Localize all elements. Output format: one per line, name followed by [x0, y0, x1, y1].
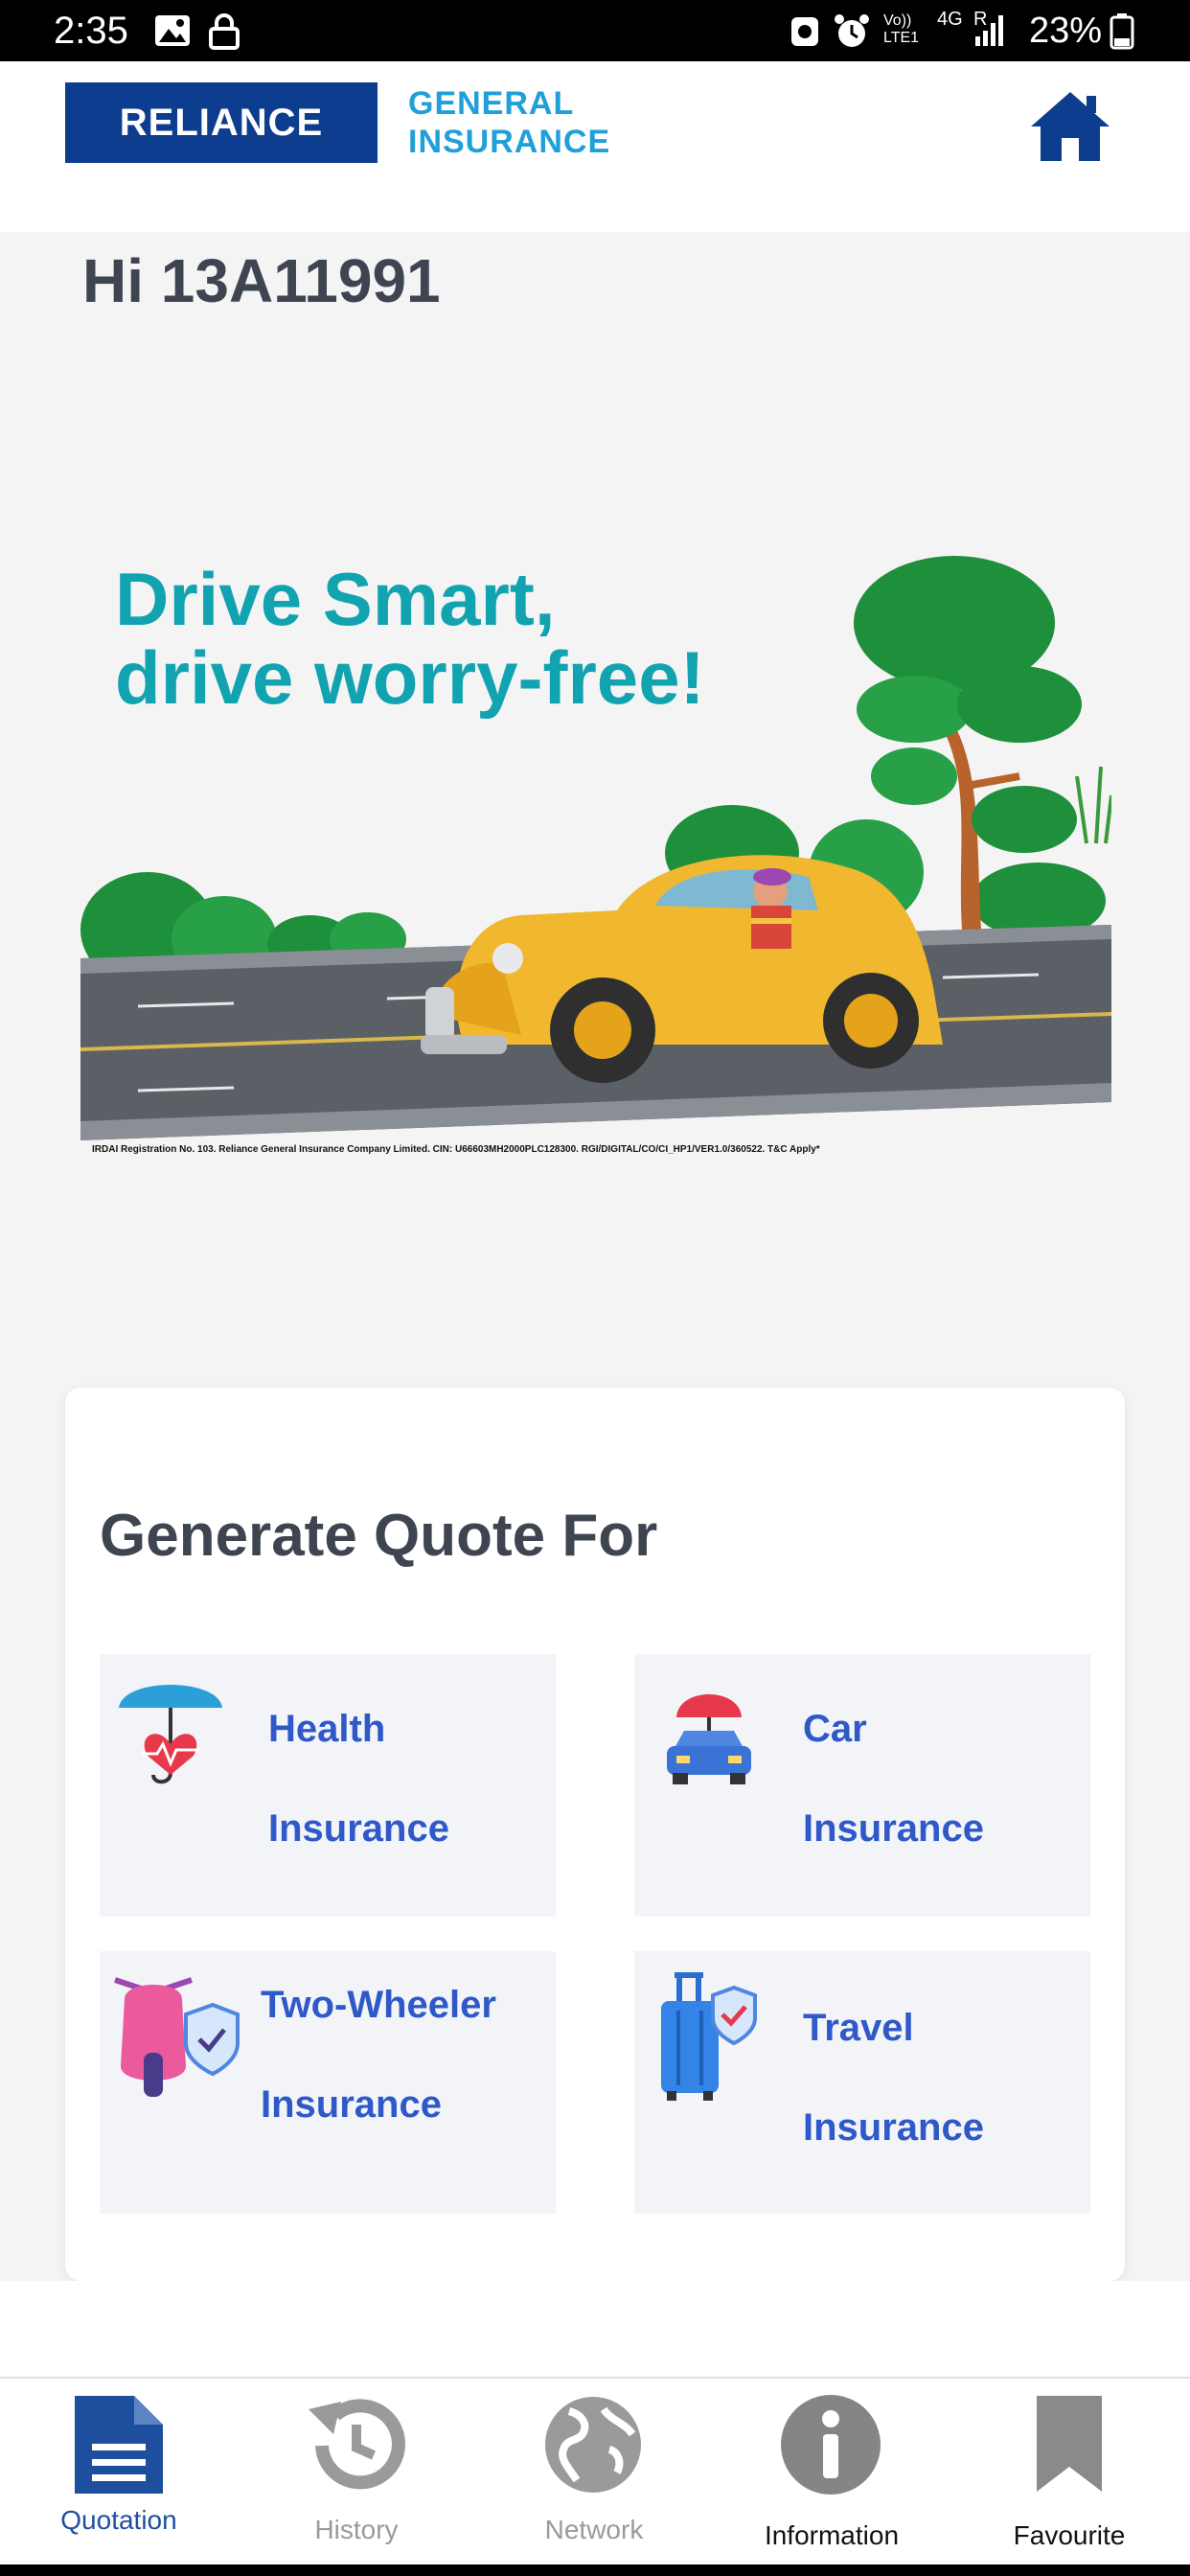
volte-label: Vo)) [883, 12, 912, 29]
status-bar: 2:35 Vo)) LTE1 4G R 23% [0, 0, 1190, 61]
nav-favourite-label: Favourite [1013, 2520, 1126, 2550]
system-nav-edge [0, 2564, 1190, 2576]
network-type: 4G [937, 9, 963, 30]
car-label-line2: Insurance [803, 1807, 984, 1850]
car-insurance-tile[interactable]: Car Insurance [634, 1654, 1090, 1917]
document-icon [75, 2396, 163, 2494]
nav-network-label: Network [544, 2515, 644, 2544]
travel-insurance-tile[interactable]: Travel Insurance [634, 1951, 1090, 2214]
banner-tagline: Drive Smart, drive worry-free! [115, 560, 705, 717]
signal-icon [975, 15, 1003, 46]
battery-icon [1110, 13, 1134, 50]
travel-label-line2: Insurance [803, 2106, 984, 2149]
app-notification-icon [791, 17, 818, 46]
two-wheeler-label-line2: Insurance [261, 2083, 442, 2126]
nav-information-label: Information [764, 2520, 900, 2550]
travel-label-line1: Travel [803, 2007, 914, 2049]
nav-quotation[interactable]: Quotation [0, 2379, 238, 2566]
app-header: RELIANCE GENERAL INSURANCE [0, 61, 1190, 232]
bookmark-icon [1037, 2396, 1102, 2492]
logo-line-general: GENERAL [408, 85, 575, 122]
bottom-navigation: Quotation History Network Information Fa… [0, 2377, 1190, 2564]
quote-title: Generate Quote For [100, 1503, 658, 1569]
nav-favourite[interactable]: Favourite [950, 2379, 1188, 2566]
tagline-line-2: drive worry-free! [115, 635, 705, 720]
health-label-line2: Insurance [268, 1807, 449, 1850]
info-icon [781, 2395, 881, 2495]
bottom-spacer [0, 2281, 1190, 2377]
health-insurance-tile[interactable]: Health Insurance [100, 1654, 556, 1917]
reliance-logo: RELIANCE [65, 82, 378, 163]
health-label-line1: Health [268, 1708, 386, 1750]
car-umbrella-icon [667, 1694, 751, 1784]
generate-quote-card: Generate Quote For Health Insurance Car … [65, 1388, 1125, 2281]
gallery-icon [155, 15, 190, 46]
nav-information[interactable]: Information [713, 2379, 950, 2566]
two-wheeler-insurance-tile[interactable]: Two-Wheeler Insurance [100, 1951, 556, 2214]
nav-quotation-label: Quotation [60, 2505, 177, 2535]
nav-network[interactable]: Network [475, 2379, 713, 2566]
logo-line-insurance: INSURANCE [408, 124, 611, 160]
lte-label: LTE1 [883, 30, 920, 46]
history-icon [309, 2399, 405, 2490]
globe-icon [545, 2397, 641, 2493]
battery-percent: 23% [1028, 11, 1102, 51]
scooter-shield-icon [114, 1977, 240, 2097]
logo-subtitle: GENERAL INSURANCE [408, 84, 610, 161]
nav-history[interactable]: History [238, 2379, 475, 2566]
tagline-line-1: Drive Smart, [115, 557, 556, 641]
nav-history-label: History [314, 2515, 399, 2544]
status-time: 2:35 [54, 10, 128, 52]
banner-disclaimer: IRDAI Registration No. 103. Reliance Gen… [92, 1144, 820, 1155]
alarm-icon [835, 14, 869, 47]
car-label-line1: Car [803, 1708, 867, 1750]
health-umbrella-heart-icon [119, 1685, 222, 1784]
greeting-text: Hi 13A11991 [82, 246, 441, 315]
home-icon[interactable] [1027, 88, 1113, 165]
luggage-shield-icon [661, 1972, 757, 2101]
two-wheeler-label-line1: Two-Wheeler [261, 1984, 496, 2026]
promo-banner[interactable]: Drive Smart, drive worry-free! IRDAI Reg… [80, 537, 1111, 1155]
lock-icon [209, 13, 240, 50]
